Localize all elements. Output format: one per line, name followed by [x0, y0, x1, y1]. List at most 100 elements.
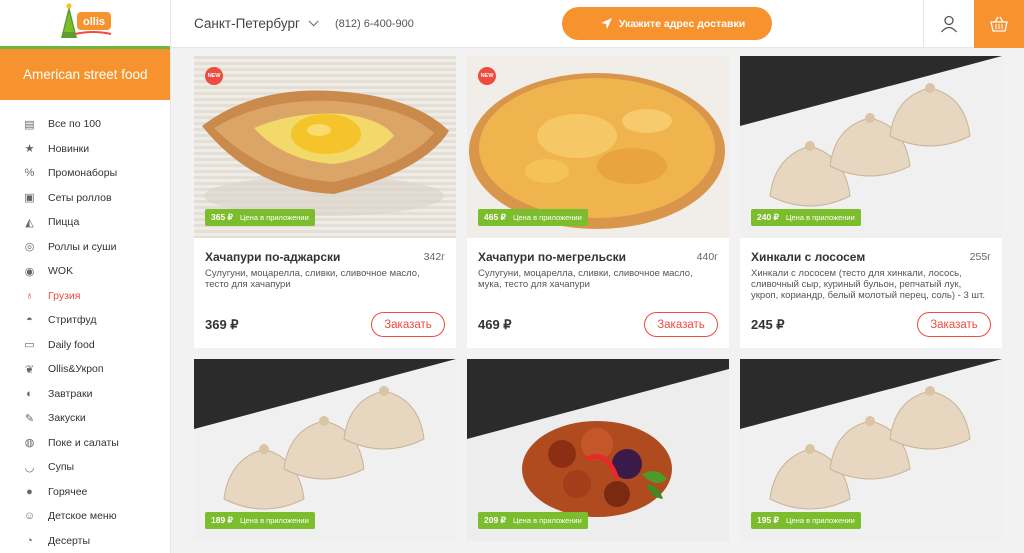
burger-icon: ◓ — [26, 314, 33, 327]
promo-banner[interactable]: American street food — [0, 49, 170, 100]
product-image[interactable]: 209 ₽ Цена в приложении — [467, 359, 729, 541]
sidebar-item[interactable]: ◡ Супы — [0, 455, 170, 480]
user-account-button[interactable] — [923, 0, 974, 47]
product-price: 245 ₽ — [751, 317, 785, 332]
khinkali-icon: ♁ — [25, 289, 34, 302]
promo-label: American street food — [23, 67, 148, 82]
app-price-badge: 189 ₽ Цена в приложении — [205, 512, 315, 529]
sidebar-item-label: Роллы и суши — [48, 240, 117, 253]
product-title[interactable]: Хинкали с лососем — [751, 250, 865, 264]
app-price-label: Цена в приложении — [239, 516, 309, 525]
product-description: Сулугуни, моцарелла, сливки, сливочное м… — [478, 268, 693, 290]
product-title[interactable]: Хачапури по-мегрельски — [478, 250, 626, 264]
product-info: Хинкали с лососем 255г Хинкали с лососем… — [740, 238, 1002, 348]
order-button[interactable]: Заказать — [917, 312, 991, 337]
sushi-icon: ◎ — [24, 241, 35, 254]
city-selector[interactable]: Санкт-Петербург — [194, 0, 319, 47]
sidebar-item[interactable]: ◔ Десерты — [0, 529, 170, 553]
soup-icon: ◡ — [24, 461, 35, 474]
delivery-address-label: Укажите адрес доставки — [618, 17, 746, 30]
sidebar-item-label: Завтраки — [48, 387, 93, 400]
product-info: Хачапури по-аджарски 342г Сулугуни, моца… — [194, 238, 456, 348]
app-price-label: Цена в приложении — [512, 213, 582, 222]
product-card[interactable]: 240 ₽ Цена в приложении Хинкали с лососе… — [740, 56, 1002, 348]
sidebar-item-label: Пицца — [48, 216, 80, 229]
sidebar-item-label: Супы — [48, 461, 75, 474]
basket-icon — [990, 16, 1008, 32]
product-image[interactable]: 195 ₽ Цена в приложении — [740, 359, 1002, 541]
phone-number[interactable]: (812) 6-400-900 — [335, 0, 414, 47]
product-image[interactable]: 189 ₽ Цена в приложении — [194, 359, 456, 541]
sidebar-item-label: Грузия — [48, 289, 81, 302]
sidebar-item[interactable]: ◐ Завтраки — [0, 382, 170, 407]
sidebar-item-label: Сеты роллов — [48, 191, 112, 204]
sidebar-item[interactable]: ▭ Daily food — [0, 333, 170, 358]
rolls-set-icon: ▣ — [24, 192, 35, 205]
sidebar-item[interactable]: ★ Новинки — [0, 137, 170, 162]
app-price-value: 365 ₽ — [211, 212, 233, 222]
location-arrow-icon — [601, 18, 612, 29]
sidebar-item-label: Закуски — [48, 412, 86, 425]
sidebar-item-label: Поке и салаты — [48, 436, 119, 449]
sidebar-item[interactable]: ☺ Детское меню — [0, 504, 170, 529]
product-weight: 342г — [423, 251, 445, 263]
stack-icon: ▤ — [24, 118, 35, 131]
logo-box: ollis — [0, 0, 170, 49]
sidebar-item-label: Детское меню — [48, 510, 117, 523]
app-price-badge: 365 ₽ Цена в приложении — [205, 209, 315, 226]
cart-button[interactable] — [974, 0, 1024, 48]
app-price-value: 465 ₽ — [484, 212, 506, 222]
order-button[interactable]: Заказать — [644, 312, 718, 337]
sidebar-item[interactable]: ● Горячее — [0, 480, 170, 505]
salad-icon: ◍ — [24, 437, 35, 450]
sidebar-item-label: Десерты — [48, 534, 91, 547]
product-card[interactable]: NEW 465 ₽ Цена в приложении Хачапури по-… — [467, 56, 729, 348]
sidebar-item-label: Новинки — [48, 142, 90, 155]
lunchbox-icon: ▭ — [24, 339, 35, 352]
sidebar-item[interactable]: ▤ Все по 100 — [0, 112, 170, 137]
product-card[interactable]: 195 ₽ Цена в приложении — [740, 359, 1002, 541]
wok-icon: ◉ — [24, 265, 35, 278]
sidebar-item[interactable]: ◎ Роллы и суши — [0, 235, 170, 260]
product-description: Сулугуни, моцарелла, сливки, сливочное м… — [205, 268, 420, 290]
percent-icon: % — [24, 167, 35, 180]
sidebar-item-label: Все по 100 — [48, 118, 101, 131]
dessert-icon: ◔ — [26, 534, 33, 547]
app-price-label: Цена в приложении — [785, 213, 855, 222]
app-price-badge: 195 ₽ Цена в приложении — [751, 512, 861, 529]
sidebar-item[interactable]: ◍ Поке и салаты — [0, 431, 170, 456]
sidebar-item-label: Daily food — [48, 338, 95, 351]
sidebar-item[interactable]: ❦ Ollis&Укроп — [0, 357, 170, 382]
app-price-label: Цена в приложении — [785, 516, 855, 525]
top-header: Санкт-Петербург (812) 6-400-900 Укажите … — [171, 0, 1024, 48]
order-button[interactable]: Заказать — [371, 312, 445, 337]
product-image[interactable]: NEW 465 ₽ Цена в приложении — [467, 56, 729, 238]
sidebar-item[interactable]: ◉ WOK — [0, 259, 170, 284]
product-title[interactable]: Хачапури по-аджарски — [205, 250, 340, 264]
delivery-address-button[interactable]: Укажите адрес доставки — [562, 7, 772, 40]
sidebar: ollis American street food ▤ Все по 100 ★… — [0, 0, 171, 553]
sidebar-item[interactable]: ✎ Закуски — [0, 406, 170, 431]
app-price-badge: 240 ₽ Цена в приложении — [751, 209, 861, 226]
leaf-icon: ❦ — [24, 363, 35, 376]
product-card[interactable]: 209 ₽ Цена в приложении — [467, 359, 729, 541]
product-description: Хинкали с лососем (тесто для хинкали, ло… — [751, 268, 985, 301]
sidebar-item[interactable]: % Промонаборы — [0, 161, 170, 186]
ollis-logo[interactable]: ollis — [55, 2, 115, 44]
drumstick-icon: ● — [26, 485, 33, 498]
app-price-value: 195 ₽ — [757, 515, 779, 525]
new-badge: NEW — [478, 67, 496, 85]
product-image[interactable]: NEW 365 ₽ Цена в приложении — [194, 56, 456, 238]
product-image[interactable]: 240 ₽ Цена в приложении — [740, 56, 1002, 238]
sidebar-item[interactable]: ◭ Пицца — [0, 210, 170, 235]
sidebar-item-label: Ollis&Укроп — [48, 363, 104, 376]
product-price: 369 ₽ — [205, 317, 239, 332]
sidebar-item[interactable]: ◓ Стритфуд — [0, 308, 170, 333]
star-icon: ★ — [24, 143, 35, 156]
product-price: 469 ₽ — [478, 317, 512, 332]
product-card[interactable]: NEW 365 ₽ Цена в приложении Хачапури по-… — [194, 56, 456, 348]
sidebar-item[interactable]: ♁ Грузия — [0, 284, 170, 309]
city-label: Санкт-Петербург — [194, 16, 300, 31]
sidebar-item[interactable]: ▣ Сеты роллов — [0, 186, 170, 211]
product-card[interactable]: 189 ₽ Цена в приложении — [194, 359, 456, 541]
